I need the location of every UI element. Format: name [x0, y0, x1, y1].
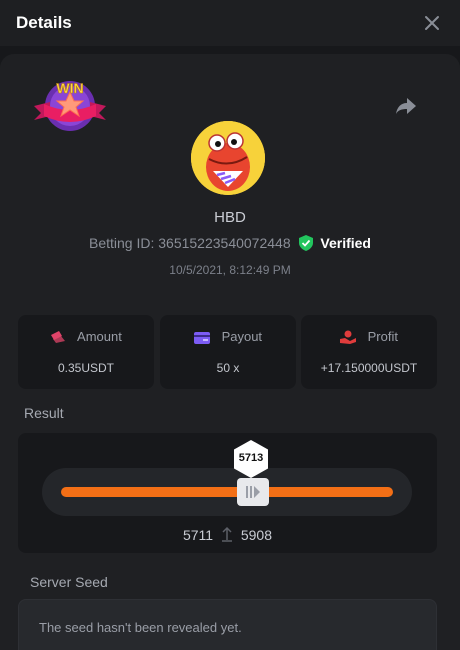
win-badge: WIN: [32, 76, 108, 140]
result-slider-fill: [61, 487, 393, 497]
stat-card-profit: Profit +17.150000USDT: [301, 315, 437, 389]
server-seed-label: Server Seed: [30, 574, 108, 590]
result-box: 5713 5711 5908: [18, 433, 437, 553]
server-seed-box: The seed hasn't been revealed yet.: [18, 599, 437, 650]
result-slider-thumb[interactable]: [237, 478, 269, 506]
range-low: 5711: [182, 527, 214, 543]
win-badge-text: WIN: [56, 80, 83, 96]
modal-title: Details: [16, 13, 72, 32]
details-panel: WIN HBD Betting ID: 36515223540072448 Ve…: [0, 54, 460, 650]
range-high: 5908: [240, 527, 273, 543]
shield-check-icon: [298, 235, 313, 251]
stat-card-payout: Payout 50 x: [160, 315, 296, 389]
stat-value-payout: 50 x: [216, 361, 240, 375]
amount-icon: [51, 331, 66, 343]
stat-label-payout: Payout: [221, 329, 263, 344]
result-label: Result: [24, 405, 64, 421]
stat-label-amount: Amount: [77, 329, 122, 344]
result-range: 5711 5908: [18, 526, 437, 543]
betting-id-row: Betting ID: 36515223540072448 Verified: [0, 235, 460, 251]
close-icon: [425, 16, 439, 30]
result-slider-track: [42, 468, 412, 516]
arrow-up-icon: [221, 526, 232, 542]
share-icon: [396, 98, 416, 114]
stat-value-profit: +17.150000USDT: [320, 361, 418, 375]
verified-label: Verified: [320, 235, 371, 251]
stat-label-profit: Profit: [367, 329, 398, 344]
user-avatar: [191, 121, 265, 195]
avatar-icon: [191, 121, 265, 195]
betting-id-value: 36515223540072448: [158, 235, 291, 251]
username: HBD: [214, 209, 246, 226]
win-badge-icon: WIN: [34, 80, 106, 131]
server-seed-text: The seed hasn't been revealed yet.: [39, 620, 242, 635]
bet-timestamp: 10/5/2021, 8:12:49 PM: [169, 263, 291, 277]
close-button[interactable]: [421, 12, 443, 34]
modal-header: Details: [0, 0, 460, 46]
payout-card-icon: [193, 332, 210, 344]
stat-card-amount: Amount 0.35USDT: [18, 315, 154, 389]
slider-thumb-icon: [246, 486, 260, 498]
share-button[interactable]: [394, 94, 418, 118]
result-value: 5713: [238, 452, 264, 464]
betting-id-label: Betting ID:: [88, 235, 155, 251]
stat-value-amount: 0.35USDT: [57, 361, 115, 375]
profit-icon: [340, 330, 357, 344]
